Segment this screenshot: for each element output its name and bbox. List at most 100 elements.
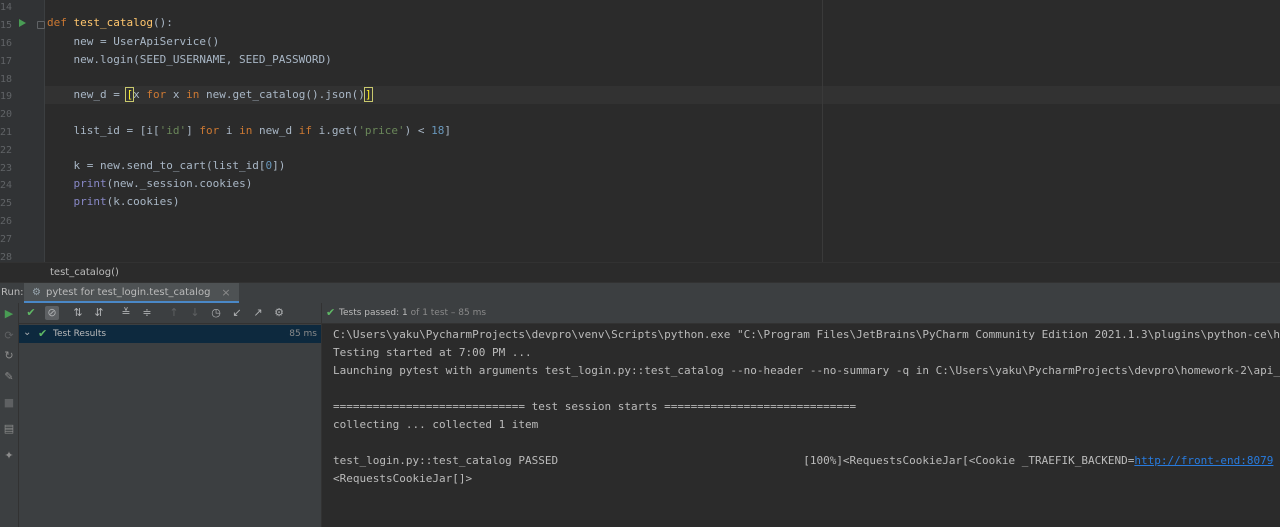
wrench-icon[interactable]: ✎ <box>2 370 16 384</box>
code-token: if <box>298 124 312 137</box>
console-link[interactable]: http://front-end:8079 <box>1134 454 1273 467</box>
code-line-15: def test_catalog(): <box>47 15 173 31</box>
sort-alpha-icon[interactable]: ⇅ <box>71 306 85 320</box>
console-line: Launching pytest with arguments test_log… <box>333 364 1280 377</box>
code-token: new_d = <box>47 88 127 101</box>
sort-duration-icon[interactable]: ⇵ <box>92 306 106 320</box>
editor-gutter: 14 15 16 17 18 19 20 21 22 23 24 25 26 2… <box>0 0 45 262</box>
tree-row-test-results[interactable]: ⌄ ✔ Test Results 85 ms <box>19 325 321 343</box>
code-token: 18 <box>431 124 445 137</box>
status-label: Tests passed: <box>339 308 400 318</box>
run-label: Run: <box>1 287 24 298</box>
code-token: i.get( <box>311 124 359 137</box>
breadcrumb-item[interactable]: test_catalog() <box>50 267 119 278</box>
line-number: 25 <box>0 198 13 209</box>
export-tests-icon[interactable]: ↗ <box>251 306 265 320</box>
code-line-19: new_d = [x for x in new.get_catalog().js… <box>47 87 373 103</box>
close-icon[interactable]: × <box>221 286 230 299</box>
line-number: 17 <box>0 56 13 67</box>
test-status-text: Tests passed: 1 of 1 test – 85 ms <box>339 308 486 318</box>
line-number: 26 <box>0 216 13 227</box>
console-line: Testing started at 7:00 PM ... <box>333 346 532 359</box>
code-token: for <box>146 88 167 101</box>
show-passed-icon[interactable]: ✔ <box>24 306 38 320</box>
code-token: ] <box>186 124 200 137</box>
fold-icon[interactable] <box>37 21 45 29</box>
line-number: 18 <box>0 74 13 85</box>
tree-row-label: Test Results <box>53 329 107 339</box>
code-token: ] <box>444 124 452 137</box>
line-number: 21 <box>0 127 13 138</box>
next-test-icon[interactable]: ↓ <box>188 306 202 320</box>
code-token: list_id = [i[ <box>47 124 160 137</box>
code-token: k = new.send_to_cart(list_id[ <box>47 159 266 172</box>
console-text: test_login.py::test_catalog PASSED [100%… <box>333 454 1135 467</box>
line-number: 23 <box>0 163 13 174</box>
pin-icon[interactable]: ✦ <box>2 449 16 463</box>
code-line-24: print(new._session.cookies) <box>47 176 253 192</box>
stop-icon[interactable]: ■ <box>2 396 16 410</box>
line-number: 14 <box>0 2 13 13</box>
line-number: 15 <box>0 20 13 31</box>
previous-test-icon[interactable]: ↑ <box>167 306 181 320</box>
console-line: ============================= test sessi… <box>333 400 857 413</box>
code-token: (new._session.cookies) <box>106 177 253 190</box>
play-icon[interactable]: ▶ <box>2 307 16 321</box>
code-token: 'price' <box>358 124 405 137</box>
show-ignored-icon[interactable]: ⊘ <box>45 306 59 320</box>
chevron-down-icon[interactable]: ⌄ <box>23 327 31 338</box>
run-test-gutter-icon[interactable] <box>19 19 26 27</box>
console-output[interactable]: C:\Users\yaku\PycharmProjects\devpro\ven… <box>322 324 1280 527</box>
code-token: (k.cookies) <box>106 195 180 208</box>
rerun-failed-icon[interactable]: ⟳ <box>2 329 16 343</box>
code-token: for <box>199 124 220 137</box>
status-detail: of 1 test – 85 ms <box>410 308 487 318</box>
expand-all-icon[interactable]: ≚ <box>119 306 133 320</box>
collapse-all-icon[interactable]: ≑ <box>140 306 154 320</box>
code-line-25: print(k.cookies) <box>47 194 180 210</box>
pytest-icon: ⚙ <box>32 286 41 298</box>
right-margin-guide <box>822 0 823 262</box>
line-number: 24 <box>0 180 13 191</box>
code-token: i <box>219 124 240 137</box>
test-results-tree: ⌄ ✔ Test Results 85 ms <box>19 324 321 527</box>
line-number: 16 <box>0 38 13 49</box>
check-icon: ✔ <box>326 306 336 319</box>
layout-icon[interactable]: ▤ <box>2 422 16 436</box>
run-config-tab[interactable]: ⚙ pytest for test_login.test_catalog × <box>24 283 239 303</box>
line-number: 22 <box>0 145 13 156</box>
test-runner-toolbar: ✔ ⊘ ⇅ ⇵ ≚ ≑ ↑ ↓ ◷ ↙ ↗ ⚙ <box>19 303 321 324</box>
console-text: fo <box>1273 454 1280 467</box>
code-token: new.get_catalog().json() <box>199 88 365 101</box>
rerun-icon[interactable]: ↻ <box>2 349 16 363</box>
history-icon[interactable]: ◷ <box>209 306 223 320</box>
run-tab-title: pytest for test_login.test_catalog <box>45 286 211 298</box>
code-line-21: list_id = [i['id'] for i in new_d if i.g… <box>47 123 451 139</box>
code-token: (): <box>152 16 173 29</box>
status-count: 1 <box>402 308 408 318</box>
line-number: 19 <box>0 91 13 102</box>
run-vertical-toolbar: ▶ ⟳ ↻ ✎ ■ ▤ ✦ <box>0 303 19 527</box>
bracket-match: ] <box>363 87 373 102</box>
code-editor[interactable]: 14 15 16 17 18 19 20 21 22 23 24 25 26 2… <box>0 0 1280 262</box>
import-tests-icon[interactable]: ↙ <box>230 306 244 320</box>
gear-icon[interactable]: ⚙ <box>272 306 286 320</box>
code-token: x <box>166 88 187 101</box>
code-token: def <box>47 16 67 29</box>
code-token: in <box>239 124 253 137</box>
code-token: print <box>73 195 107 208</box>
code-token: ]) <box>272 159 286 172</box>
check-icon: ✔ <box>38 327 48 340</box>
breadcrumb: test_catalog() <box>0 262 1280 283</box>
code-token: test_catalog <box>73 16 153 29</box>
console-line: test_login.py::test_catalog PASSED [100%… <box>333 454 1280 467</box>
code-token: print <box>73 177 107 190</box>
console-line: <RequestsCookieJar[]> <box>333 472 473 485</box>
code-line-17: new.login(SEED_USERNAME, SEED_PASSWORD) <box>47 53 332 66</box>
line-number: 28 <box>0 252 13 262</box>
run-tool-window-header: Run: ⚙ pytest for test_login.test_catalo… <box>0 282 1280 304</box>
test-status-bar: ✔ Tests passed: 1 of 1 test – 85 ms <box>321 303 1280 324</box>
code-token: ) < <box>404 124 432 137</box>
